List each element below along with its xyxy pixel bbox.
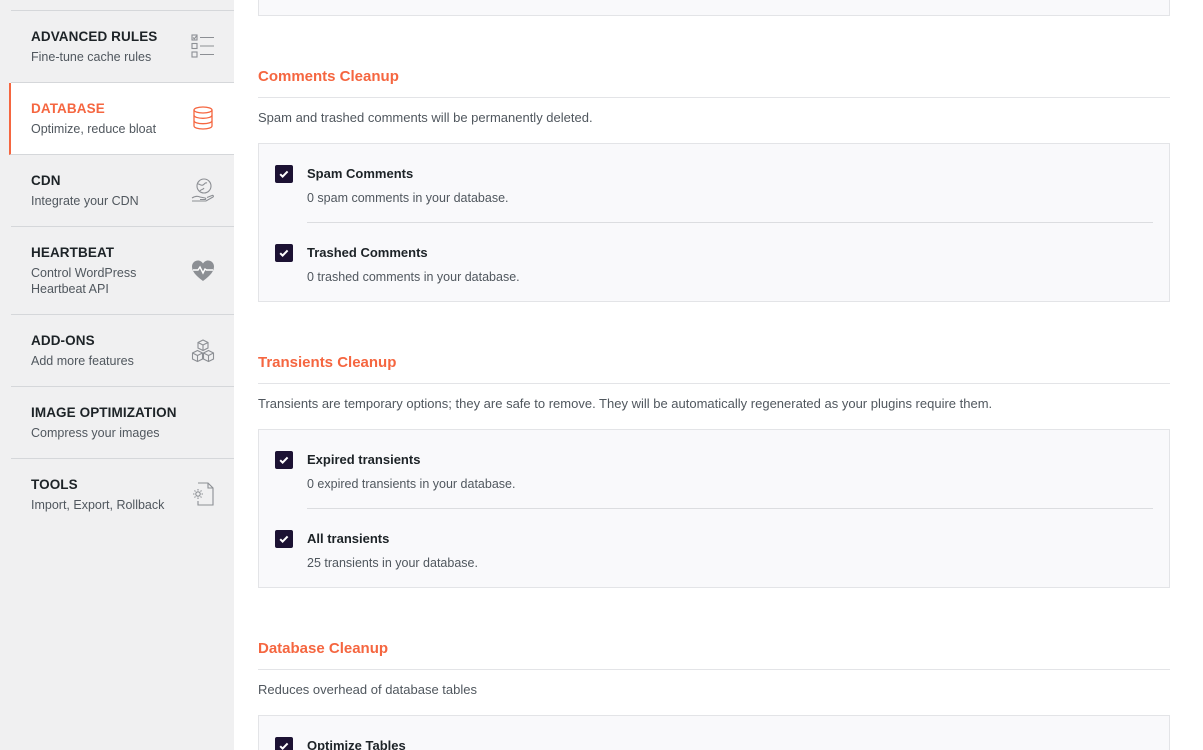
globe-hand-icon <box>190 177 216 203</box>
divider <box>307 508 1153 509</box>
options-box-database: Optimize Tables <box>258 715 1170 750</box>
all-transients-checkbox[interactable] <box>275 530 293 548</box>
sidebar-item-subtitle: Integrate your CDN <box>31 194 139 208</box>
sidebar-item-advanced-rules[interactable]: ADVANCED RULES Fine-tune cache rules <box>11 11 234 83</box>
section-title-transients: Transients Cleanup <box>258 354 397 371</box>
section-title-database: Database Cleanup <box>258 640 389 657</box>
sidebar-item-title: IMAGE OPTIMIZATION <box>31 405 177 420</box>
divider <box>258 669 1170 670</box>
section-description: Reduces overhead of database tables <box>258 682 477 697</box>
options-box-transients: Expired transients 0 expired transients … <box>258 429 1170 588</box>
option-label: Expired transients <box>307 452 421 467</box>
main-content: Comments Cleanup Spam and trashed commen… <box>234 0 1203 750</box>
option-label: Trashed Comments <box>307 245 428 260</box>
checklist-icon <box>190 33 216 59</box>
divider <box>258 97 1170 98</box>
optimize-tables-checkbox[interactable] <box>275 737 293 750</box>
section-description: Spam and trashed comments will be perman… <box>258 110 593 125</box>
sidebar-item-title: HEARTBEAT <box>31 245 115 260</box>
sidebar-item-subtitle: Control WordPress Heartbeat API <box>31 266 137 296</box>
divider <box>307 222 1153 223</box>
sidebar-item-database[interactable]: DATABASE Optimize, reduce bloat <box>9 83 234 155</box>
trashed-comments-checkbox[interactable] <box>275 244 293 262</box>
gear-document-icon <box>190 481 216 507</box>
sidebar-item-title: DATABASE <box>31 101 105 116</box>
sidebar-item-subtitle: Optimize, reduce bloat <box>31 122 157 136</box>
sidebar-item-subtitle: Add more features <box>31 354 134 368</box>
spam-comments-checkbox[interactable] <box>275 165 293 183</box>
option-detail: 25 transients in your database. <box>307 556 478 570</box>
database-icon <box>190 105 216 131</box>
sidebar-item-subtitle: Import, Export, Rollback <box>31 498 165 512</box>
sidebar-item-subtitle: Compress your images <box>31 426 160 440</box>
section-title-comments: Comments Cleanup <box>258 68 399 85</box>
sidebar-item-title: ADD-ONS <box>31 333 95 348</box>
checkmark-icon <box>279 249 289 258</box>
option-label: All transients <box>307 531 390 546</box>
section-description: Transients are temporary options; they a… <box>258 396 993 411</box>
option-detail: 0 trashed comments in your database. <box>307 270 520 284</box>
expired-transients-checkbox[interactable] <box>275 451 293 469</box>
sidebar-item-heartbeat[interactable]: HEARTBEAT Control WordPress Heartbeat AP… <box>11 227 234 315</box>
sidebar-item-title: CDN <box>31 173 61 188</box>
options-box <box>258 0 1170 16</box>
divider <box>258 383 1170 384</box>
checkmark-icon <box>279 535 289 544</box>
sidebar-item-title: TOOLS <box>31 477 78 492</box>
sidebar-nav: ADVANCED RULES Fine-tune cache rules DAT… <box>0 0 234 750</box>
sidebar-item-add-ons[interactable]: ADD-ONS Add more features <box>11 315 234 387</box>
sidebar-item-tools[interactable]: TOOLS Import, Export, Rollback <box>11 459 234 531</box>
option-label: Spam Comments <box>307 166 414 181</box>
option-label: Optimize Tables <box>307 738 406 750</box>
checkmark-icon <box>279 170 289 179</box>
checkmark-icon <box>279 742 289 750</box>
option-detail: 0 expired transients in your database. <box>307 477 516 491</box>
sidebar-item-cdn[interactable]: CDN Integrate your CDN <box>11 155 234 227</box>
sidebar-item-subtitle: Fine-tune cache rules <box>31 50 152 64</box>
options-box-comments: Spam Comments 0 spam comments in your da… <box>258 143 1170 302</box>
sidebar-item-title: ADVANCED RULES <box>31 29 158 44</box>
sidebar-item-image-optimization[interactable]: IMAGE OPTIMIZATION Compress your images <box>11 387 234 459</box>
cubes-icon <box>190 338 216 364</box>
heartbeat-icon <box>190 258 216 284</box>
checkmark-icon <box>279 456 289 465</box>
option-detail: 0 spam comments in your database. <box>307 191 509 205</box>
